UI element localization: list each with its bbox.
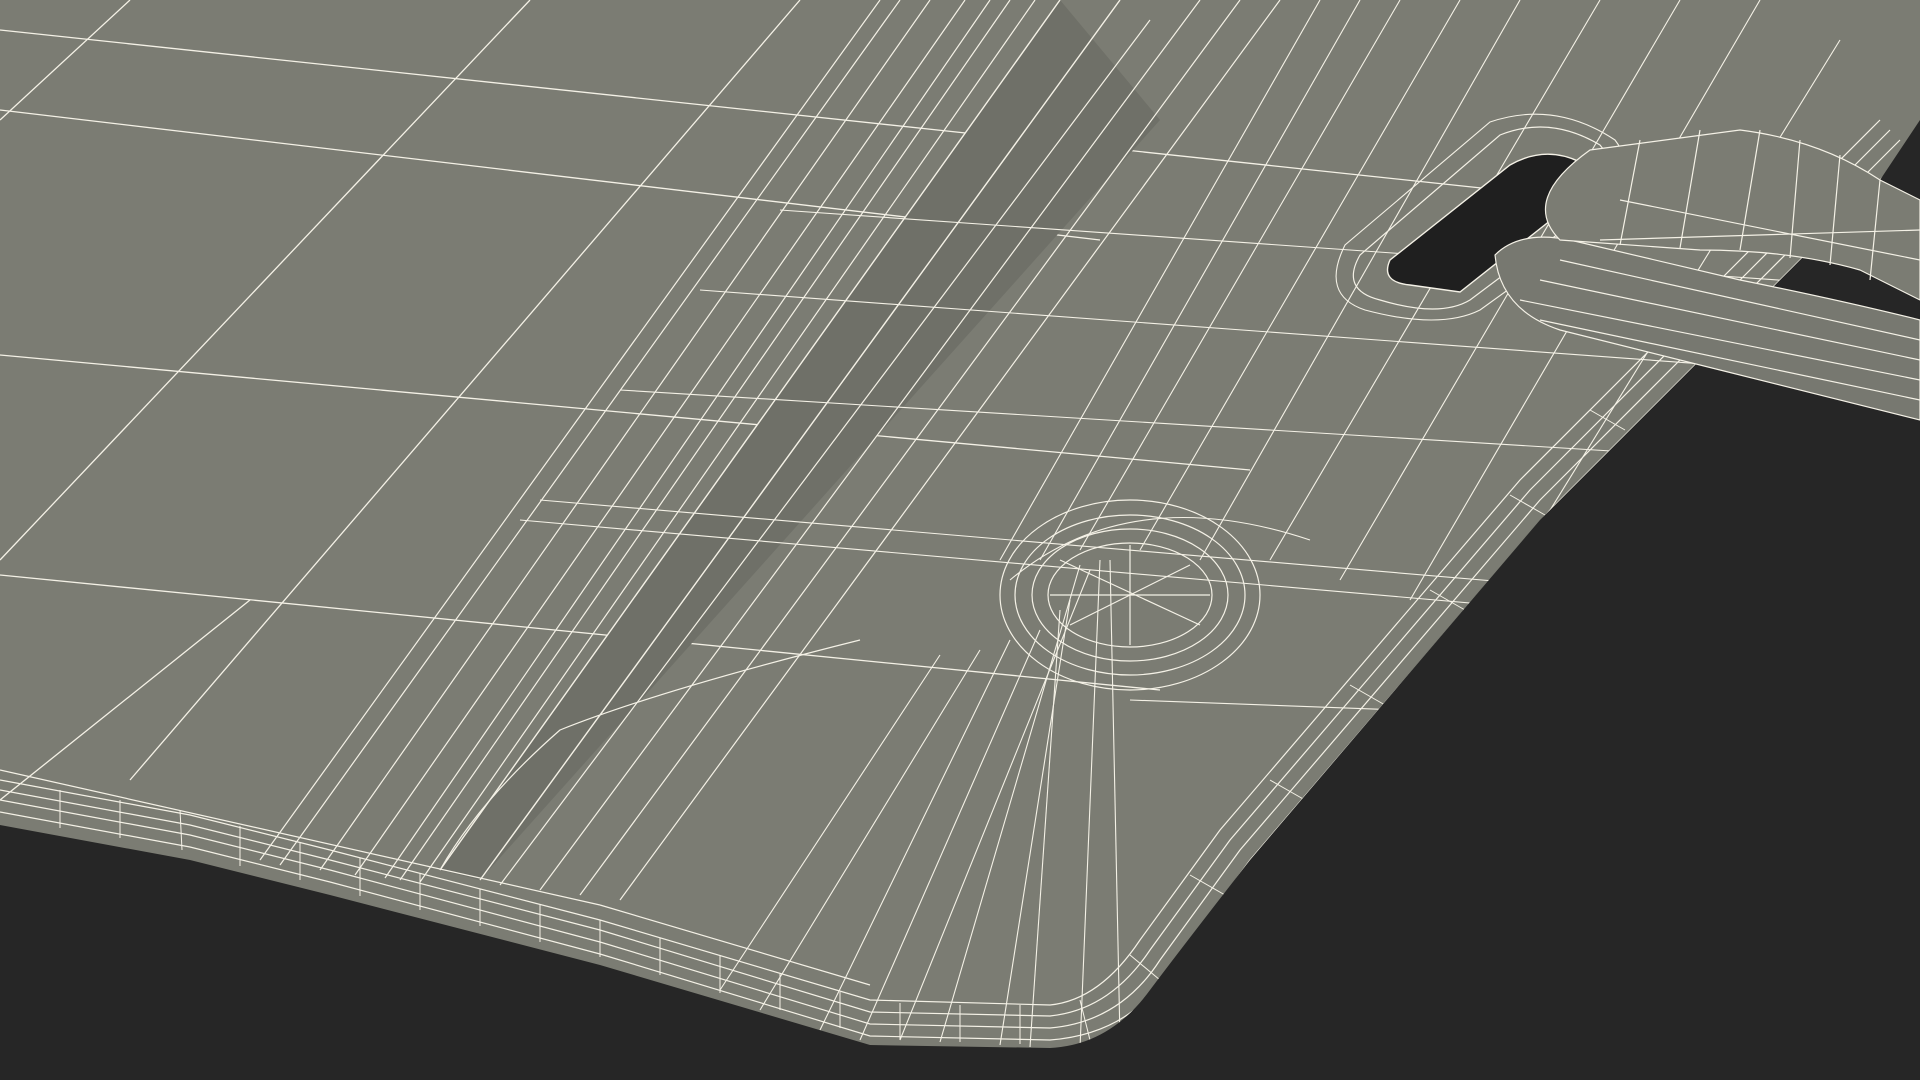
render-viewport: [0, 0, 1920, 1080]
wireframe-render: [0, 0, 1920, 1080]
